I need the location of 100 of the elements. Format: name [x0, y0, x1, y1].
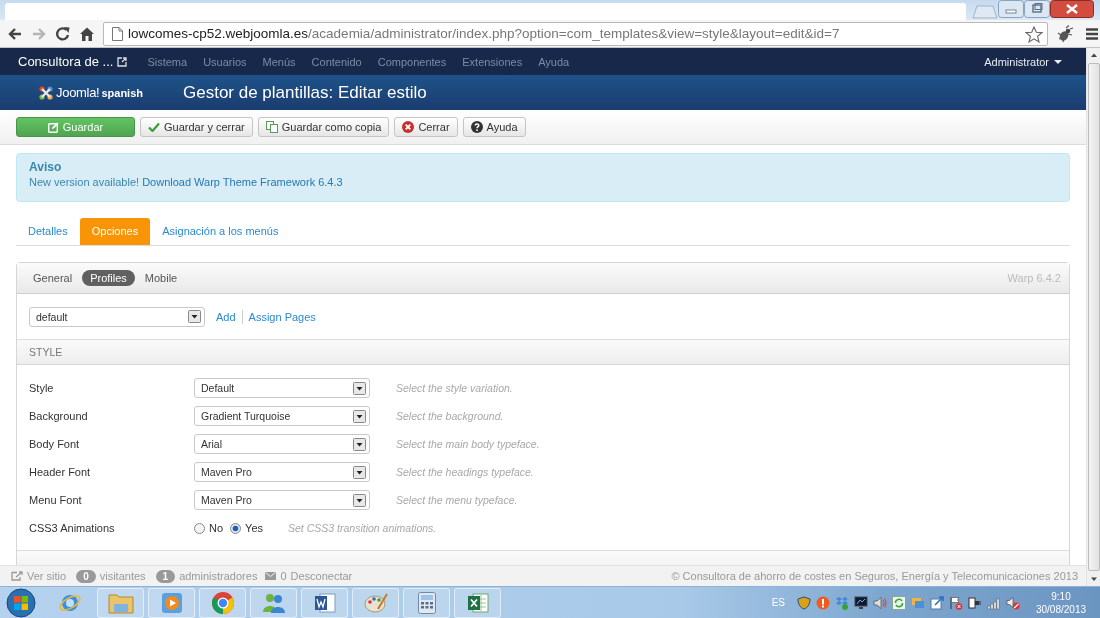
- spreadsheet-icon: [466, 591, 489, 614]
- toolbar-button[interactable]: Ayuda: [462, 117, 526, 137]
- caret-icon: [1054, 59, 1062, 64]
- people-icon: [260, 591, 287, 614]
- close-icon[interactable]: [1050, 0, 1094, 18]
- help-icon: [470, 121, 483, 133]
- folder-icon: [107, 591, 134, 614]
- count-badge: 0: [76, 569, 96, 583]
- external-link-icon: [117, 56, 128, 67]
- star-icon[interactable]: [1025, 25, 1043, 43]
- logo-wordmark: Joomla!: [56, 85, 100, 100]
- taskbar-button[interactable]: [403, 587, 450, 618]
- field-label: Style: [29, 382, 55, 394]
- signal-icon[interactable]: [987, 595, 1001, 610]
- nav-menu-item[interactable]: Contenido: [311, 55, 362, 68]
- alert-title: Aviso: [29, 160, 63, 174]
- mail-icon: [265, 572, 277, 580]
- admins-label: administradores: [179, 570, 258, 582]
- field-hint: Select the headings typeface.: [396, 466, 534, 478]
- tab[interactable]: Opciones: [79, 218, 151, 245]
- section-title: STYLE: [29, 346, 63, 358]
- radio-label[interactable]: Yes: [245, 522, 263, 534]
- logout-link[interactable]: Desconectar: [290, 570, 353, 582]
- address-bar[interactable]: lowcomes-cp52.webjoomla.es/academia/administrator/index.php?option=com_templates&view=style&layout=edit&id=7: [103, 21, 1048, 46]
- nav-menu-item[interactable]: Extensiones: [462, 55, 523, 68]
- view-site-link[interactable]: Ver sitio: [27, 570, 67, 582]
- field-hint: Set CSS3 transition animations.: [288, 522, 437, 534]
- shield-icon[interactable]: [797, 595, 811, 610]
- radio-icon[interactable]: [194, 522, 205, 534]
- document-icon: [313, 591, 336, 614]
- profile-select[interactable]: default: [29, 306, 205, 327]
- sub-tab[interactable]: Profiles: [82, 270, 135, 286]
- flag-icon[interactable]: [949, 595, 963, 610]
- back-icon[interactable]: [7, 25, 23, 42]
- field-hint: Select the style variation.: [396, 382, 513, 394]
- sync-icon[interactable]: [892, 595, 906, 610]
- profile-link[interactable]: Assign Pages: [248, 310, 316, 323]
- field-label: Menu Font: [29, 494, 83, 506]
- clock-date[interactable]: 30/08/2013: [1035, 602, 1087, 616]
- clock-time[interactable]: 9:10: [1051, 589, 1071, 603]
- plug-icon[interactable]: [968, 595, 982, 610]
- muted-speaker-icon[interactable]: [1006, 595, 1020, 610]
- nav-menu-item[interactable]: Usuarios: [203, 55, 247, 68]
- copyright-text: © Consultora de ahorro de costes en Seguros, Energía y Telecomunicaciones 2013: [671, 570, 1078, 582]
- external-link-icon: [11, 571, 23, 581]
- url-text: lowcomes-cp52.webjoomla.es/academia/administrator/index.php?option=com_templates&view=style&layout=edit&id=7: [128, 26, 840, 41]
- restore-icon[interactable]: [1024, 0, 1050, 18]
- bug-icon[interactable]: [1056, 24, 1074, 43]
- sub-tab[interactable]: General: [25, 270, 81, 286]
- user-menu[interactable]: Administrator: [984, 55, 1062, 68]
- alert-icon[interactable]: [816, 595, 830, 610]
- count-badge: 1: [155, 569, 176, 583]
- start-orb-icon[interactable]: [6, 587, 36, 618]
- profile-link[interactable]: Add: [216, 310, 236, 323]
- nav-menu-item[interactable]: Menús: [262, 55, 296, 68]
- alert-message: New version available! Download Warp Theme Framework 6.4.3: [29, 176, 344, 188]
- tab[interactable]: Detalles: [16, 218, 80, 245]
- site-name-link[interactable]: Consultora de ...: [18, 54, 114, 69]
- taskbar-button[interactable]: [454, 587, 501, 618]
- paint-palette-icon: [363, 591, 388, 614]
- toolbar-button[interactable]: Guardar: [16, 117, 135, 137]
- option-select[interactable]: Arial: [194, 434, 370, 454]
- nav-menu-item[interactable]: Sistema: [147, 55, 188, 68]
- toolbar-button[interactable]: Guardar como copia: [257, 117, 390, 137]
- x-circle-icon: [402, 121, 415, 133]
- calculator-icon: [417, 591, 436, 614]
- option-select[interactable]: Gradient Turquoise: [194, 406, 370, 426]
- radio-label[interactable]: No: [209, 522, 224, 534]
- page-title: Gestor de plantillas: Editar estilo: [183, 82, 427, 103]
- field-label: Background: [29, 410, 89, 422]
- radio-icon[interactable]: [230, 522, 242, 534]
- field-label: Header Font: [29, 466, 92, 478]
- download-link[interactable]: Download Warp Theme Framework 6.4.3: [142, 176, 343, 188]
- tab[interactable]: Asignación a los menús: [150, 218, 291, 245]
- taskbar-button[interactable]: [199, 587, 246, 618]
- nav-menu-item[interactable]: Componentes: [377, 55, 447, 68]
- speaker-icon[interactable]: [873, 595, 887, 610]
- play-icon: [160, 591, 183, 614]
- field-label: Body Font: [29, 438, 81, 450]
- check-icon: [148, 122, 160, 132]
- monitor-icon[interactable]: [854, 595, 868, 610]
- page-icon: [112, 26, 123, 41]
- sub-tab[interactable]: Mobile: [136, 270, 186, 286]
- toolbar-button[interactable]: Cerrar: [394, 117, 458, 137]
- reload-icon[interactable]: [55, 25, 71, 42]
- nav-menu-item[interactable]: Ayuda: [538, 55, 570, 68]
- field-hint: Select the menu typeface.: [396, 494, 518, 506]
- field-label: CSS3 Animations: [29, 522, 116, 534]
- option-select[interactable]: Maven Pro: [194, 490, 370, 510]
- messages-count: 0: [280, 570, 287, 582]
- option-select[interactable]: Maven Pro: [194, 462, 370, 482]
- toolbar-button[interactable]: Guardar y cerrar: [140, 117, 253, 137]
- taskbar-button[interactable]: [301, 587, 348, 618]
- field-hint: Select the main body typeface.: [396, 438, 540, 450]
- menu-icon[interactable]: [1085, 26, 1099, 41]
- option-select[interactable]: Default: [194, 378, 370, 398]
- taskbar-button[interactable]: [250, 587, 297, 618]
- home-icon[interactable]: [79, 25, 95, 42]
- field-hint: Select the background.: [396, 410, 504, 422]
- copy-icon: [265, 121, 278, 133]
